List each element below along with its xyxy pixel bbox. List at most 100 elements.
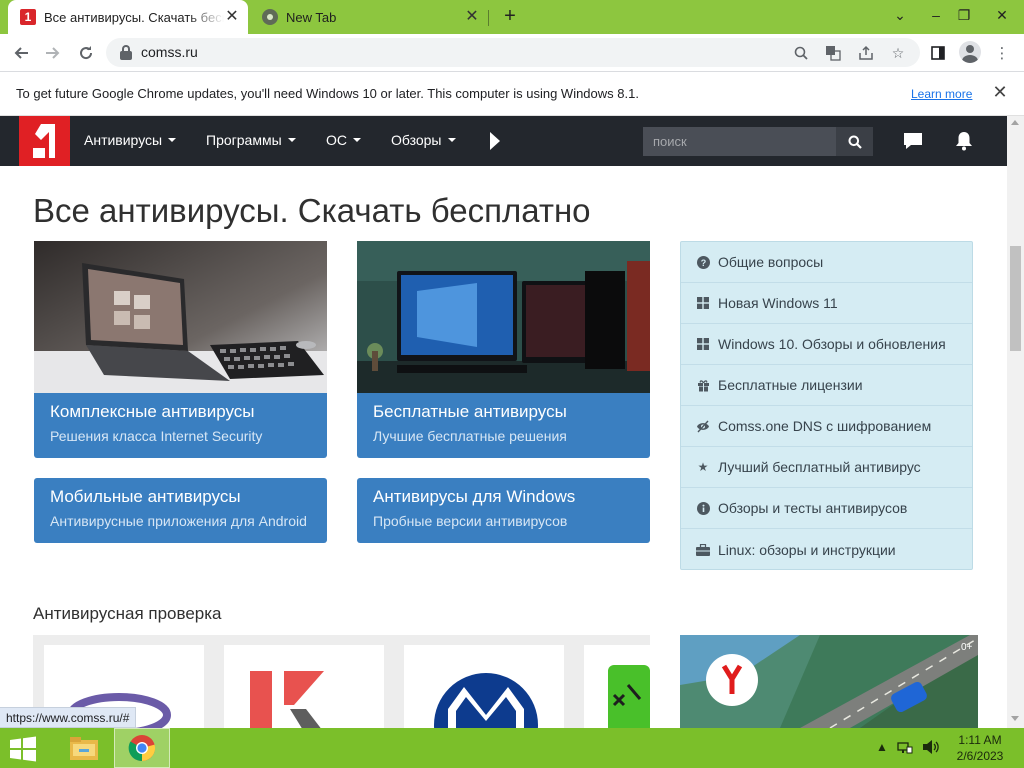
sidebar-item-free-licenses[interactable]: Бесплатные лицензии [681,365,972,406]
volume-icon[interactable] [922,739,940,758]
nav-item-reviews[interactable]: Обзоры [391,132,456,148]
tab-search-chevron-icon[interactable]: ⌄ [882,0,918,30]
address-bar[interactable]: comss.ru ☆ [106,38,920,67]
nav-item-os[interactable]: ОС [326,132,361,148]
url-text[interactable]: comss.ru [141,44,198,60]
sidebar-item-linux[interactable]: Linux: обзоры и инструкции [681,529,972,570]
card-title[interactable]: Бесплатные антивирусы [373,402,650,422]
nav-item-label: Обзоры [391,132,442,148]
site-search-input[interactable]: поиск [643,127,836,156]
comss-favicon-icon: 1 [20,9,36,25]
card-mobile-antivirus[interactable]: Мобильные антивирусы Антивирусные прилож… [34,478,327,543]
card-windows-antivirus[interactable]: Антивирусы для Windows Пробные версии ан… [357,478,650,543]
lock-icon[interactable] [119,45,133,60]
sidebar-item-reviews-tests[interactable]: Обзоры и тесты антивирусов [681,488,972,529]
scan-tile-item[interactable] [404,645,564,728]
tab-close-icon[interactable]: ✕ [464,9,480,25]
restore-icon[interactable]: ❐ [946,0,982,30]
card-subtitle: Пробные версии антивирусов [373,513,568,529]
windows-icon [696,337,710,351]
card-complex-antivirus[interactable]: Комплексные антивирусы Решения класса In… [34,241,327,458]
windows-start-icon [10,736,36,762]
tab-title: New Tab [286,9,337,25]
scroll-up-arrow-icon[interactable] [1011,120,1019,125]
folder-icon [70,737,98,760]
forward-arrow-icon[interactable] [40,40,66,66]
malwarebytes-logo-icon [434,673,538,728]
info-circle-icon [696,501,710,515]
sidebar-item-label: Общие вопросы [718,254,824,270]
sidebar-item-label: Comss.one DNS с шифрованием [718,418,932,434]
comss-logo[interactable] [19,116,70,166]
infobar-message: To get future Google Chrome updates, you… [16,86,639,101]
sidebar-menu: ? Общие вопросы Новая Windows 11 Windows… [680,241,973,570]
card-subtitle: Антивирусные приложения для Android [50,513,307,529]
nav-item-antivirus[interactable]: Антивирусы [84,132,177,148]
scan-tile-item[interactable] [584,645,650,728]
card-caption: Мобильные антивирусы Антивирусные прилож… [34,478,327,543]
comments-icon[interactable] [901,129,925,153]
show-hidden-icons-icon[interactable]: ▲ [876,740,888,754]
scrollbar-thumb[interactable] [1010,246,1021,351]
new-tab-button[interactable]: + [498,5,522,29]
sidebar-item-windows-11[interactable]: Новая Windows 11 [681,283,972,324]
menu-kebab-icon[interactable]: ⋮ [992,43,1012,63]
bookmark-star-icon[interactable]: ☆ [888,43,908,63]
card-free-antivirus[interactable]: Бесплатные антивирусы Лучшие бесплатные … [357,241,650,458]
question-circle-icon: ? [696,255,710,269]
window-close-icon[interactable]: ✕ [984,0,1020,30]
start-button[interactable] [8,736,38,762]
chrome-favicon-icon [262,9,278,25]
zoom-search-icon[interactable] [791,43,811,63]
chrome-taskbar-button[interactable] [114,728,170,768]
age-rating-badge: 0+ [961,642,973,653]
gift-icon [696,378,710,392]
sidebar-item-windows-10[interactable]: Windows 10. Обзоры и обновления [681,324,972,365]
bell-icon[interactable] [952,129,976,153]
search-button[interactable] [836,127,873,156]
scan-tile-item[interactable] [224,645,384,728]
status-url-bubble: https://www.comss.ru/# [0,707,137,728]
side-panel-icon[interactable] [928,43,948,63]
logo-one-icon [33,124,55,158]
sidebar-item-comss-dns[interactable]: Comss.one DNS с шифрованием [681,406,972,447]
learn-more-link[interactable]: Learn more [911,87,972,101]
sidebar-item-label: Бесплатные лицензии [718,377,863,393]
taskbar-clock[interactable]: 1:11 AM 2/6/2023 [950,732,1010,764]
network-icon[interactable] [897,739,913,758]
reload-icon[interactable] [73,40,99,66]
tab-new-tab[interactable]: New Tab ✕ [252,0,488,34]
browser-toolbar: comss.ru ☆ ⋮ [0,34,1024,72]
infobar-close-icon[interactable]: ✕ [990,82,1010,102]
kaspersky-logo-icon [250,671,324,728]
card-title[interactable]: Антивирусы для Windows [373,487,650,507]
translate-icon[interactable] [823,43,843,63]
card-title[interactable]: Мобильные антивирусы [50,487,327,507]
profile-avatar-icon[interactable] [959,41,981,63]
clock-time: 1:11 AM [958,733,1002,747]
scroll-down-arrow-icon[interactable] [1011,716,1019,721]
windows-taskbar: ▲ 1:11 AM 2/6/2023 [0,728,1024,768]
card-title[interactable]: Комплексные антивирусы [50,402,327,422]
nav-item-programs[interactable]: Программы [206,132,296,148]
tab-close-icon[interactable]: ✕ [224,9,240,25]
ad-banner[interactable]: 0+ [680,635,978,728]
back-arrow-icon[interactable] [8,40,34,66]
share-icon[interactable] [856,43,876,63]
nav-item-label: Программы [206,132,282,148]
nav-more-arrow-icon[interactable] [490,132,500,150]
tab-strip: 1 Все антивирусы. Скачать бесплатно ✕ Ne… [0,0,1024,34]
svg-text:?: ? [700,258,706,268]
caret-down-icon [168,138,177,142]
file-explorer-taskbar-button[interactable] [56,728,112,768]
sidebar-item-best-free-antivirus[interactable]: ★ Лучший бесплатный антивирус [681,447,972,488]
tab-comss[interactable]: 1 Все антивирусы. Скачать бесплатно ✕ [8,0,248,34]
update-infobar: To get future Google Chrome updates, you… [0,72,1024,116]
caret-down-icon [447,138,456,142]
clock-date: 2/6/2023 [956,749,1004,763]
card-subtitle: Лучшие бесплатные решения [373,428,567,444]
page-scrollbar[interactable] [1007,116,1024,728]
sidebar-item-label: Обзоры и тесты антивирусов [718,500,908,516]
sidebar-item-faq[interactable]: ? Общие вопросы [681,242,972,283]
chrome-icon [128,735,156,762]
